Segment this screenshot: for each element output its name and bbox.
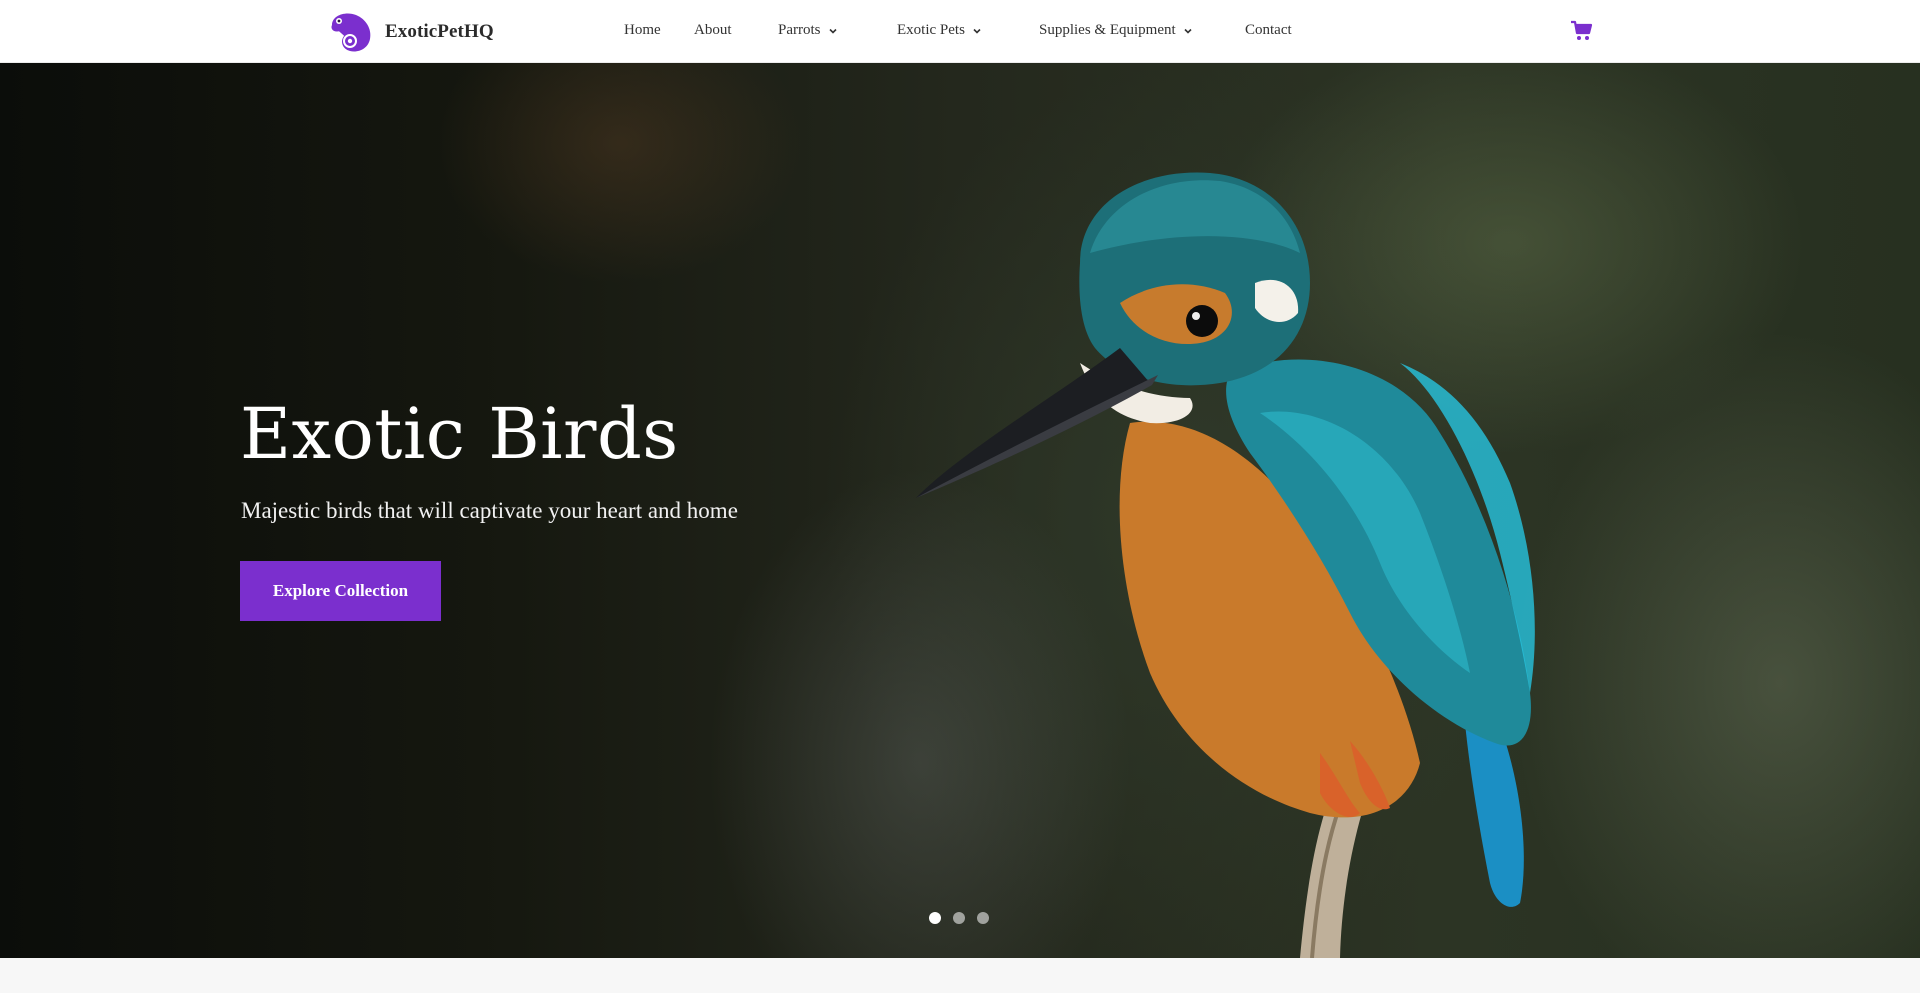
cart-icon[interactable] [1570, 20, 1594, 42]
hero-title: Exotic Birds [240, 393, 679, 475]
slider-pagination [929, 912, 989, 924]
nav-contact[interactable]: Contact [1245, 22, 1292, 39]
explore-collection-button[interactable]: Explore Collection [240, 561, 441, 621]
site-header: ExoticPetHQ Home About Parrots Exotic Pe… [0, 0, 1920, 63]
chevron-down-icon [973, 28, 981, 34]
slide-dot-3[interactable] [977, 912, 989, 924]
hero-subtitle: Majestic birds that will captivate your … [241, 498, 738, 523]
nav-exotic-pets-label: Exotic Pets [897, 22, 965, 38]
slide-dot-2[interactable] [953, 912, 965, 924]
chevron-down-icon [828, 28, 837, 34]
kingfisher-photo [916, 172, 1535, 958]
slide-dot-1[interactable] [929, 912, 941, 924]
nav-supplies-label: Supplies & Equipment [1039, 22, 1176, 38]
nav-home[interactable]: Home [624, 22, 661, 39]
hero-slider: Exotic Birds Majestic birds that will ca… [0, 63, 1920, 958]
main-nav: Home About Parrots Exotic Pets Supplies … [0, 0, 1920, 63]
chevron-down-icon [1184, 28, 1192, 34]
nav-supplies[interactable]: Supplies & Equipment [1039, 22, 1193, 39]
nav-parrots[interactable]: Parrots [778, 22, 838, 39]
nav-about[interactable]: About [694, 22, 732, 39]
nav-exotic-pets[interactable]: Exotic Pets [897, 22, 982, 39]
nav-parrots-label: Parrots [778, 22, 821, 38]
content-section [0, 958, 1920, 993]
